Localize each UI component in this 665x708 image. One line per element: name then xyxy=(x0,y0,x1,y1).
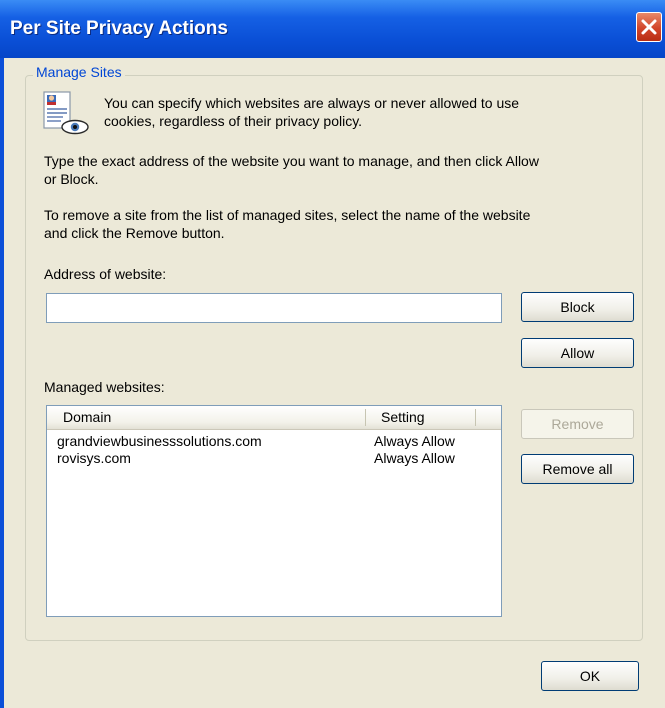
block-button[interactable]: Block xyxy=(521,292,634,322)
row-setting: Always Allow xyxy=(374,450,455,466)
table-row[interactable]: rovisys.com Always Allow xyxy=(47,449,501,467)
address-label: Address of website: xyxy=(44,266,167,282)
intro-text-line-2: cookies, regardless of their privacy pol… xyxy=(104,113,363,129)
managed-websites-list[interactable]: Domain Setting grandviewbusinesssolution… xyxy=(46,405,502,617)
table-row[interactable]: grandviewbusinesssolutions.com Always Al… xyxy=(47,432,501,450)
column-separator[interactable] xyxy=(475,409,476,426)
allow-button[interactable]: Allow xyxy=(521,338,634,368)
column-header-setting[interactable]: Setting xyxy=(381,406,425,429)
remove-button[interactable]: Remove xyxy=(521,409,634,439)
instruction-text-1-line-2: or Block. xyxy=(44,171,99,187)
remove-all-button[interactable]: Remove all xyxy=(521,454,634,484)
title-bar[interactable]: Per Site Privacy Actions xyxy=(0,0,665,58)
privacy-document-icon xyxy=(43,91,89,135)
instruction-text-2-line-1: To remove a site from the list of manage… xyxy=(44,207,531,223)
list-header: Domain Setting xyxy=(47,406,501,430)
instruction-text-2-line-2: and click the Remove button. xyxy=(44,225,225,241)
row-domain: rovisys.com xyxy=(57,450,131,466)
ok-button[interactable]: OK xyxy=(541,661,639,691)
group-legend: Manage Sites xyxy=(33,64,125,80)
instruction-text-1-line-1: Type the exact address of the website yo… xyxy=(44,153,539,169)
row-domain: grandviewbusinesssolutions.com xyxy=(57,433,262,449)
column-header-domain[interactable]: Domain xyxy=(63,406,111,429)
close-icon xyxy=(641,19,657,35)
managed-websites-label: Managed websites: xyxy=(44,379,165,395)
row-setting: Always Allow xyxy=(374,433,455,449)
dialog-window: Per Site Privacy Actions Manage Sites Yo… xyxy=(0,0,665,708)
address-input[interactable] xyxy=(46,293,502,323)
column-separator[interactable] xyxy=(365,409,366,426)
dialog-body: Manage Sites You can specify which websi… xyxy=(4,58,665,708)
close-button[interactable] xyxy=(636,12,662,42)
window-title: Per Site Privacy Actions xyxy=(10,18,228,39)
intro-text-line-1: You can specify which websites are alway… xyxy=(104,95,520,111)
